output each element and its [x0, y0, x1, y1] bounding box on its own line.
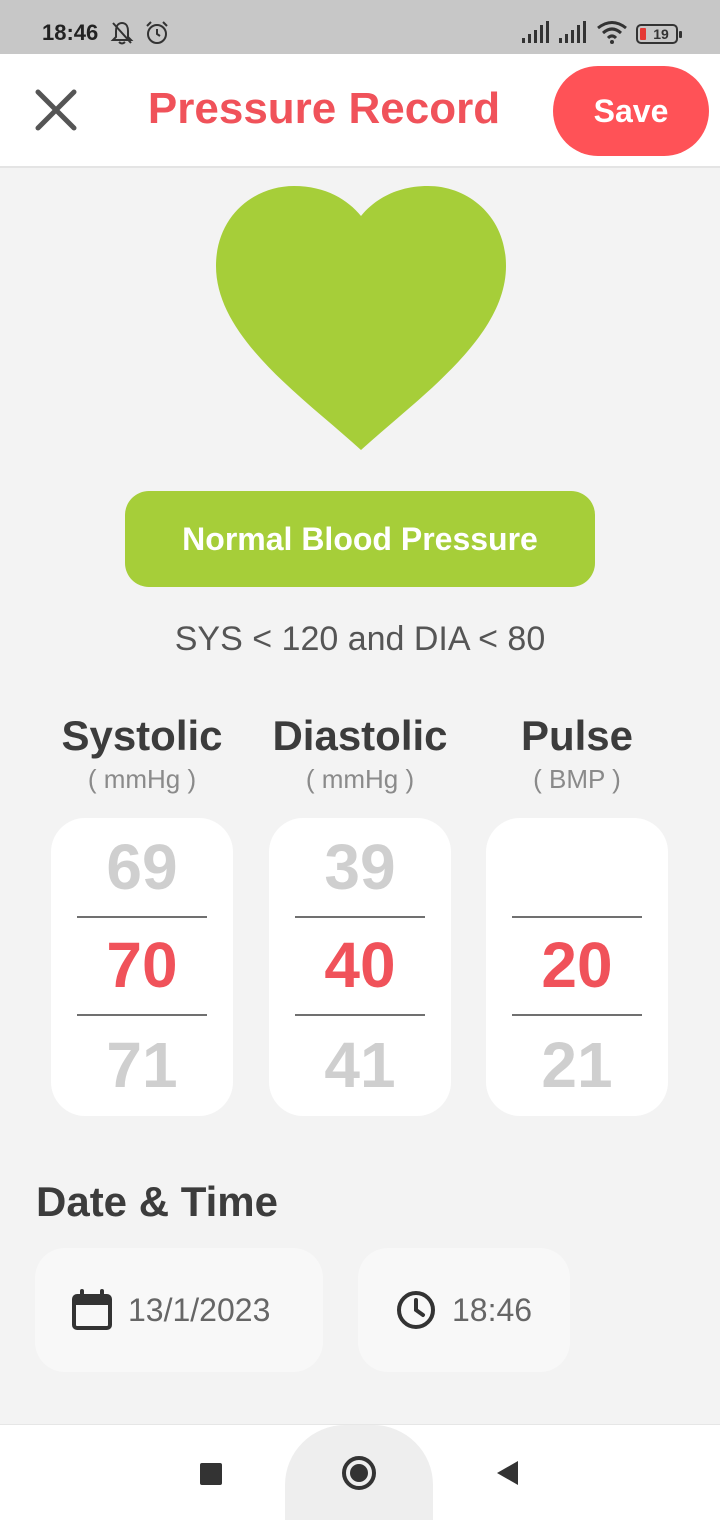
battery-icon: 19	[636, 24, 682, 44]
back-button[interactable]	[494, 1459, 520, 1492]
diastolic-unit: ( mmHg )	[305, 764, 415, 794]
signal-icon	[522, 21, 549, 43]
heart-icon	[216, 186, 506, 450]
diastolic-title: Diastolic	[272, 712, 448, 759]
systolic-selected-value[interactable]: 70	[51, 928, 233, 1002]
diastolic-picker[interactable]: 39 40 41	[269, 818, 451, 1116]
date-value: 13/1/2023	[128, 1292, 271, 1328]
systolic-title: Systolic	[61, 712, 223, 759]
bell-off-icon	[110, 21, 134, 45]
diastolic-selected-value[interactable]: 40	[269, 928, 451, 1002]
pulse-header: Pulse ( BMP )	[477, 712, 677, 795]
diastolic-next-value[interactable]: 41	[269, 1028, 451, 1102]
picker-divider	[77, 1014, 207, 1016]
pulse-title: Pulse	[520, 712, 634, 759]
app-header: Pressure Record Save	[0, 54, 720, 168]
pulse-next-value[interactable]: 21	[486, 1028, 668, 1102]
pulse-picker[interactable]: 20 21	[486, 818, 668, 1116]
diastolic-header: Diastolic ( mmHg )	[260, 712, 460, 795]
datetime-section-title: Date & Time	[36, 1178, 278, 1225]
clock-icon	[397, 1291, 435, 1329]
picker-divider	[77, 916, 207, 918]
systolic-next-value[interactable]: 71	[51, 1028, 233, 1102]
system-nav-bar	[0, 1424, 720, 1520]
time-value: 18:46	[452, 1292, 533, 1328]
status-badge: Normal Blood Pressure	[125, 491, 595, 587]
save-button[interactable]: Save	[553, 66, 709, 156]
systolic-header: Systolic ( mmHg )	[42, 712, 242, 795]
home-icon	[342, 1456, 376, 1490]
status-bar: 18:46 19	[0, 0, 720, 54]
diastolic-prev-value[interactable]: 39	[269, 830, 451, 904]
alarm-icon	[146, 21, 168, 44]
time-field[interactable]: 18:46	[358, 1248, 570, 1372]
status-range-text: SYS < 120 and DIA < 80	[174, 620, 546, 658]
picker-divider	[295, 916, 425, 918]
systolic-prev-value[interactable]: 69	[51, 830, 233, 904]
screen: 18:46 19 Pressure Record Save Normal Blo…	[0, 0, 720, 1520]
systolic-picker[interactable]: 69 70 71	[51, 818, 233, 1116]
recents-icon	[200, 1463, 222, 1485]
recents-button[interactable]	[199, 1462, 223, 1491]
page-title: Pressure Record	[147, 84, 501, 133]
calendar-icon	[72, 1289, 112, 1330]
picker-divider	[512, 1014, 642, 1016]
picker-divider	[512, 916, 642, 918]
status-time: 18:46	[42, 20, 99, 45]
battery-level: 19	[653, 26, 669, 42]
pulse-unit: ( BMP )	[533, 764, 621, 794]
back-icon	[497, 1461, 518, 1485]
systolic-unit: ( mmHg )	[87, 764, 197, 794]
wifi-icon	[597, 21, 627, 44]
signal-icon	[559, 21, 586, 43]
date-field[interactable]: 13/1/2023	[35, 1248, 323, 1372]
picker-divider	[295, 1014, 425, 1016]
pulse-selected-value[interactable]: 20	[486, 928, 668, 1002]
home-button[interactable]	[341, 1455, 377, 1496]
